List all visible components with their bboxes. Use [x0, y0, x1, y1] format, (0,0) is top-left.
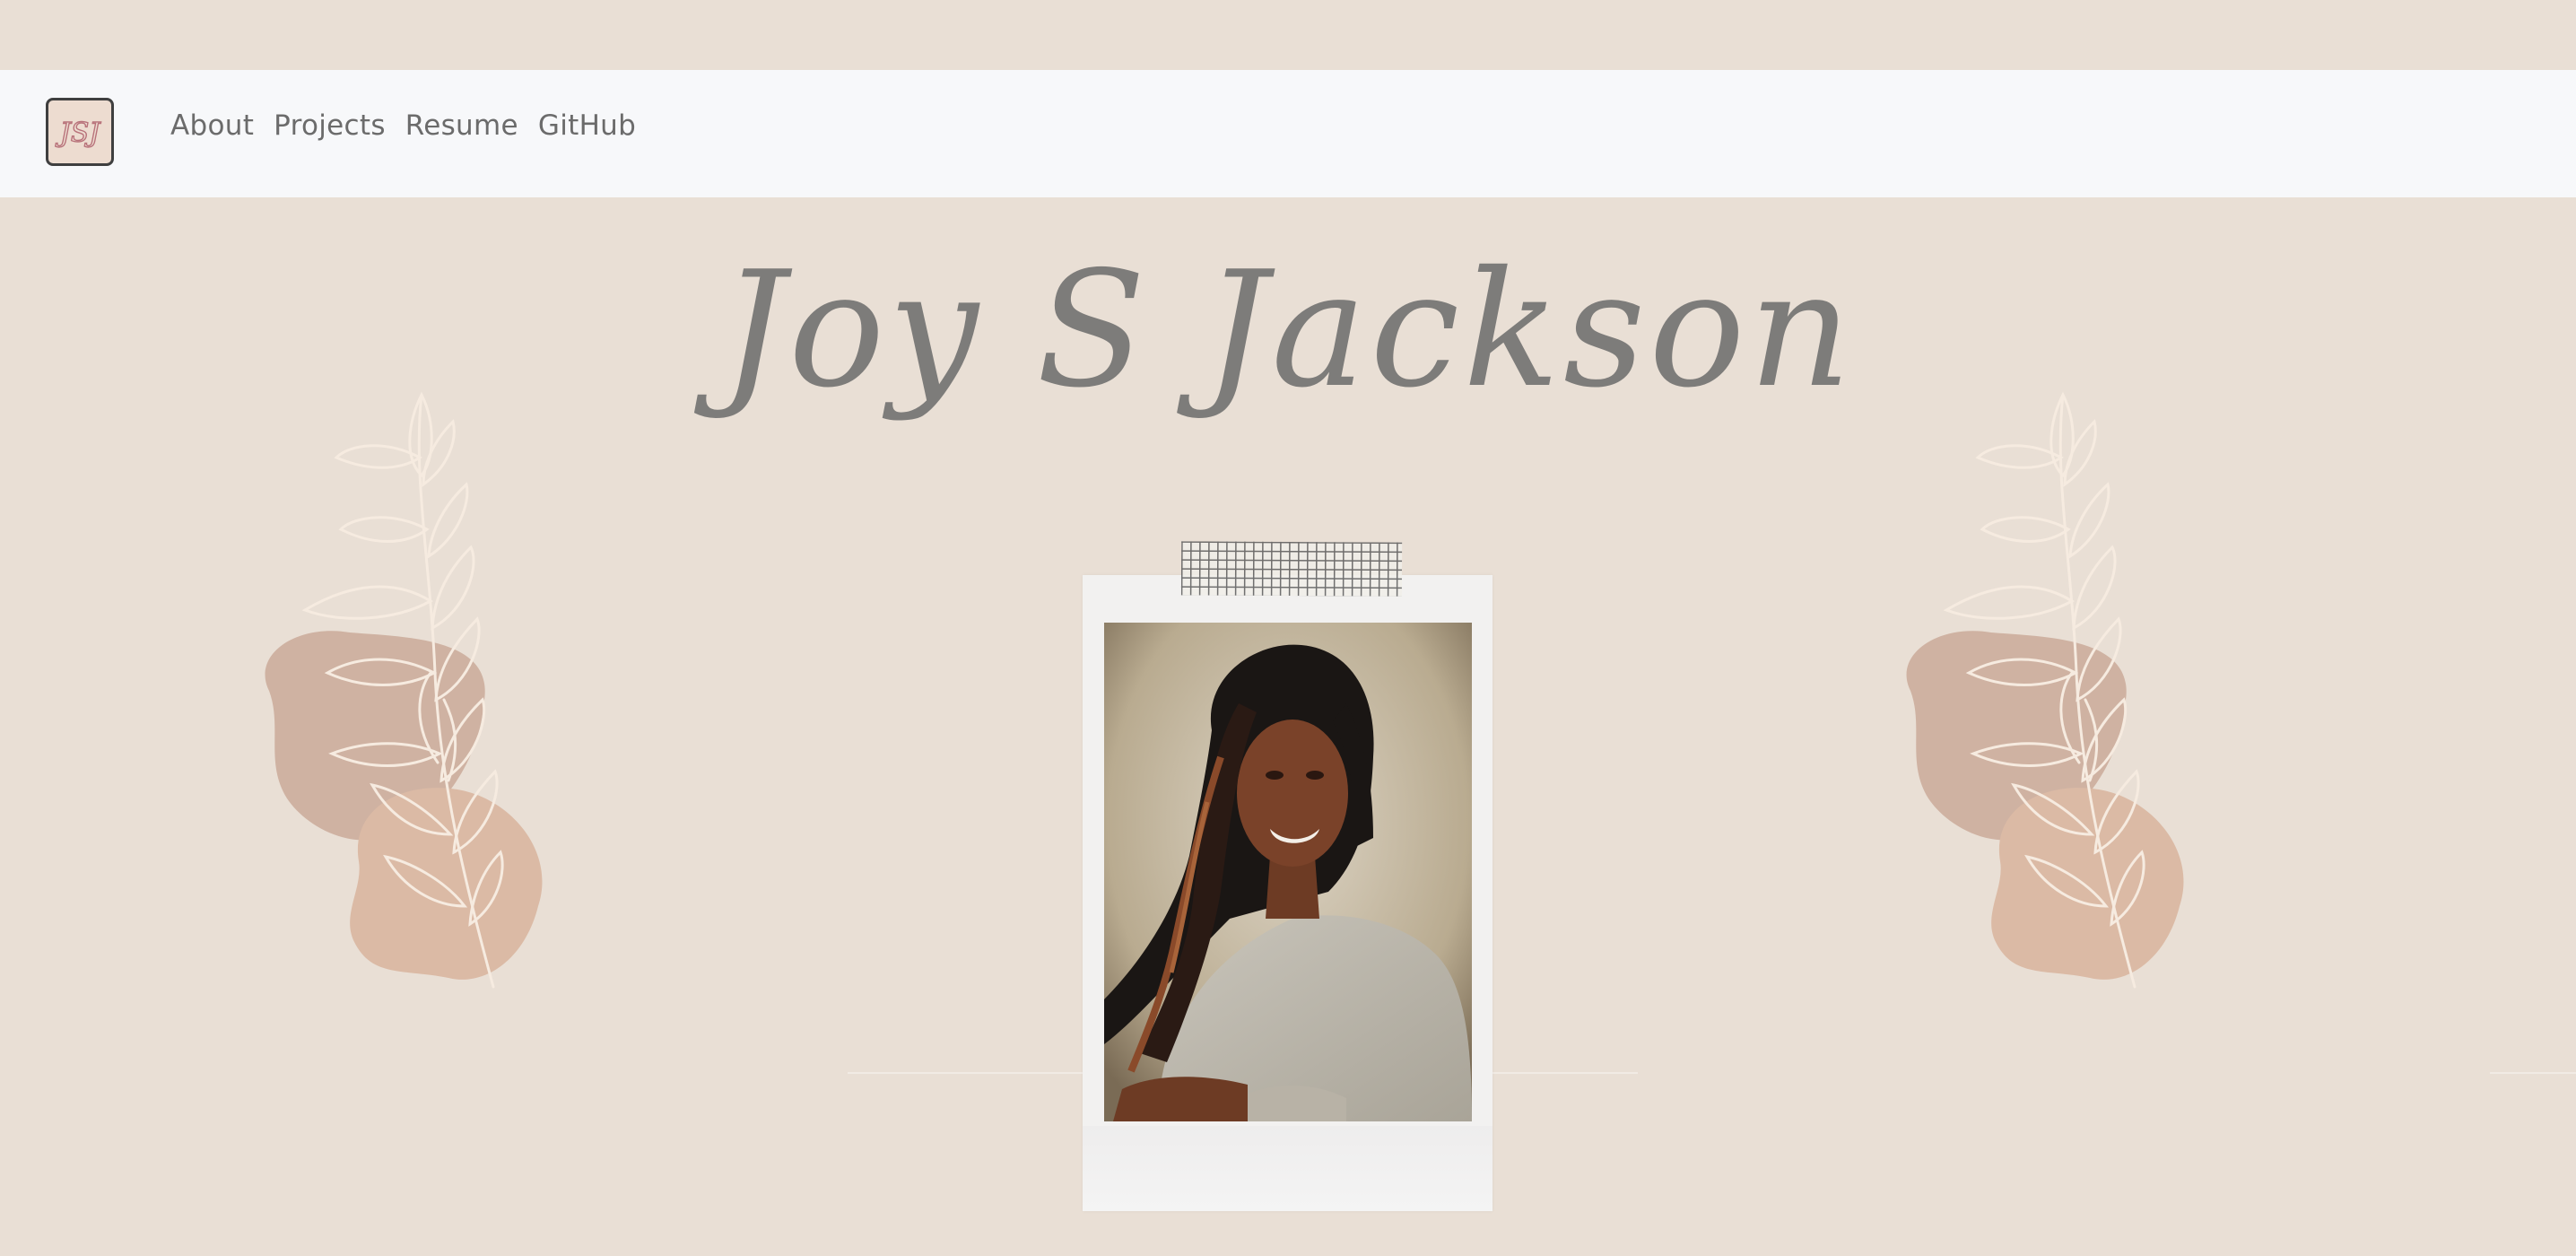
botanical-leaf-branch-icon [1906, 391, 2184, 989]
washi-tape-grid [1180, 541, 1403, 597]
logo-monogram-text: JSJ [55, 118, 102, 149]
polaroid-bottom-border [1083, 1126, 1493, 1211]
divider-line-right [1493, 1072, 1638, 1074]
divider-line-far-right [2490, 1072, 2576, 1074]
top-navbar: JSJ About Projects Resume GitHub [0, 70, 2576, 197]
profile-photo [1104, 623, 1472, 1121]
nav-link-about[interactable]: About [170, 109, 254, 142]
site-logo[interactable]: JSJ [46, 98, 114, 166]
main-nav: About Projects Resume GitHub [170, 109, 636, 142]
portfolio-page: JSJ About Projects Resume GitHub Joy S J… [0, 0, 2576, 1256]
portrait-image [1104, 623, 1472, 1121]
jsj-monogram-icon: JSJ [54, 117, 102, 149]
nav-link-projects[interactable]: Projects [274, 109, 386, 142]
profile-photo-polaroid [1083, 575, 1493, 1211]
nav-link-github[interactable]: GitHub [538, 109, 636, 142]
divider-line-left [848, 1072, 1083, 1074]
nav-link-resume[interactable]: Resume [405, 109, 518, 142]
botanical-leaf-branch-icon [265, 391, 543, 989]
